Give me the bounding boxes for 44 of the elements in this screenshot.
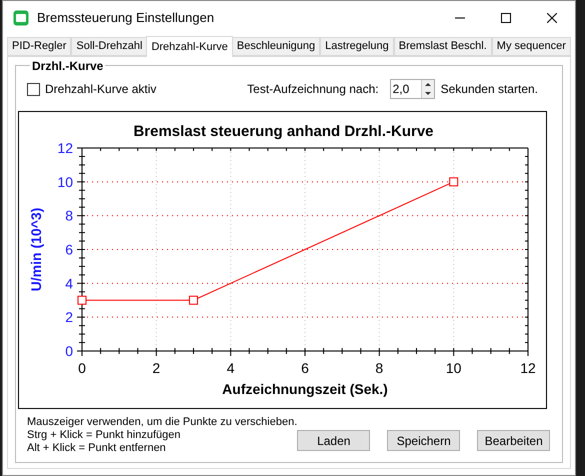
chart-title: Bremslast steuerung anhand Drzhl.-Kurve (133, 123, 434, 140)
x-axis-label: Aufzeichnungszeit (Sek.) (222, 381, 388, 397)
y-axis-label: U/min (10^3) (28, 208, 44, 292)
tab[interactable]: My sequencer (492, 37, 571, 56)
help-text: Strg + Klick = Punkt hinzufügen (27, 429, 182, 442)
maximize-icon (501, 13, 511, 23)
action-button[interactable]: Speichern (387, 430, 460, 451)
spin-up-icon[interactable] (422, 80, 434, 89)
y-tick-label: 10 (57, 174, 73, 190)
y-tick-label: 2 (65, 309, 73, 326)
y-tick-label: 4 (65, 275, 73, 292)
tab[interactable]: PID-Regler (7, 37, 72, 56)
x-tick-label: 12 (520, 360, 536, 376)
curve-point[interactable] (78, 296, 86, 305)
seconds-spinner[interactable]: 2,0 (390, 79, 435, 99)
tab[interactable]: Bremslast Beschl. (394, 37, 492, 56)
test-suffix: Sekunden starten. (440, 81, 538, 98)
tab[interactable]: Lastregelung (320, 37, 394, 56)
action-button[interactable]: Laden (297, 430, 370, 451)
y-tick-label: 8 (65, 208, 73, 224)
curve-point[interactable] (189, 296, 198, 305)
x-tick-label: 10 (446, 360, 462, 376)
x-tick-label: 6 (301, 360, 309, 376)
app-icon (13, 10, 29, 26)
window-title: Bremssteuerung Einstellungen (37, 9, 214, 28)
x-tick-label: 8 (375, 360, 384, 376)
y-tick-label: 12 (57, 140, 73, 156)
test-label: Test-Aufzeichnung nach: (247, 81, 379, 98)
x-tick-label: 0 (78, 360, 86, 376)
help-text: Alt + Klick = Punkt entfernen (27, 442, 167, 455)
checkbox[interactable] (27, 82, 40, 96)
help-text: Mauszeiger verwenden, um die Punkte zu verschieben. (27, 416, 298, 429)
spin-down-icon[interactable] (422, 89, 434, 98)
close-icon (547, 13, 557, 23)
tab[interactable]: Beschleunigung (232, 37, 320, 56)
x-tick-label: 2 (152, 360, 160, 376)
action-button[interactable]: Bearbeiten (477, 430, 550, 451)
checkbox-label: Drehzahl-Kurve aktiv (45, 81, 156, 98)
curve-point[interactable] (449, 177, 458, 186)
x-tick-label: 4 (226, 360, 235, 376)
tab[interactable]: Drehzahl-Kurve (146, 36, 233, 57)
y-tick-label: 6 (65, 242, 73, 258)
tab[interactable]: Soll-Drehzahl (71, 37, 148, 56)
y-tick-label: 0 (65, 343, 73, 359)
